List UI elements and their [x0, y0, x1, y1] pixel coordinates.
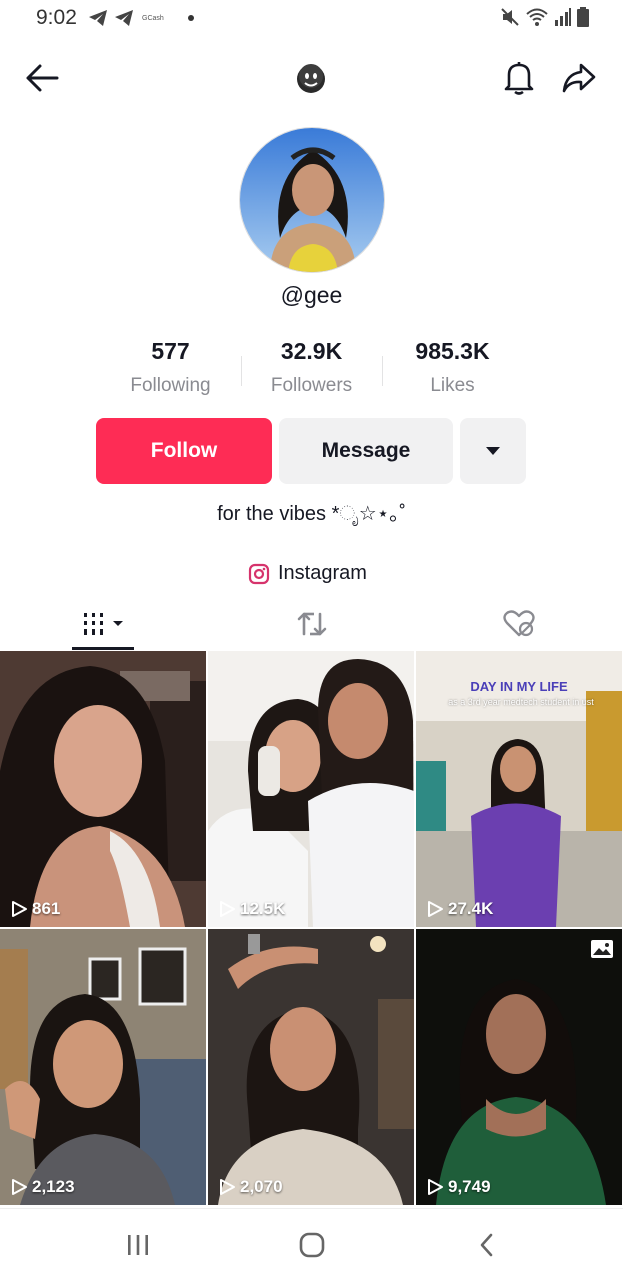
view-count-text: 9,749	[448, 1177, 491, 1196]
profile-username: @gee	[280, 282, 343, 308]
chevron-left-icon	[480, 1233, 493, 1257]
top-nav	[0, 50, 623, 106]
play-icon	[220, 1179, 235, 1195]
play-icon	[428, 1179, 443, 1195]
view-count-text: 2,123	[32, 1177, 75, 1196]
recent-apps-icon	[128, 1235, 148, 1255]
status-left-icons: GCash	[88, 9, 194, 27]
repost-icon	[297, 612, 326, 636]
view-count: 2,123	[10, 1177, 75, 1197]
video-thumbnail-image	[0, 651, 206, 927]
video-thumbnail-image	[208, 929, 414, 1205]
smiley-emoji-icon	[297, 64, 325, 93]
profile-tabs	[0, 598, 623, 650]
play-icon	[12, 901, 27, 917]
profile-stats: 577 Following 32.9K Followers 985.3K Lik…	[100, 338, 523, 404]
stat-likes[interactable]: 985.3K Likes	[382, 338, 523, 397]
stat-following[interactable]: 577 Following	[100, 338, 241, 397]
videos-grid-icon	[83, 613, 123, 635]
photo-mode-icon	[591, 940, 613, 958]
video-grid: 861 12.5K DAY IN MY LIFE as a 3rd year m…	[0, 651, 623, 1207]
video-overlay-title: DAY IN MY LIFE	[470, 679, 568, 694]
stat-value: 985.3K	[415, 338, 490, 364]
status-right-icons	[500, 7, 589, 27]
signal-icon	[555, 8, 571, 26]
tab-active-indicator	[72, 647, 134, 650]
video-thumbnail[interactable]: 12.5K	[208, 651, 414, 927]
view-count: 2,070	[218, 1177, 283, 1197]
view-count-text: 27.4K	[448, 899, 494, 918]
view-count: 12.5K	[218, 899, 285, 919]
notifications-button[interactable]	[497, 56, 541, 100]
view-count-text: 2,070	[240, 1177, 283, 1196]
instagram-label: Instagram	[278, 562, 367, 584]
video-overlay-subtitle: as a 3rd year medtech student in ust	[448, 697, 594, 707]
tab-videos[interactable]	[0, 598, 207, 650]
telegram-icon	[89, 10, 107, 26]
status-bar: 9:02 GCash	[0, 0, 623, 38]
instagram-icon	[248, 563, 270, 584]
share-arrow-icon	[562, 63, 596, 93]
video-thumbnail-image	[0, 929, 206, 1205]
follow-button[interactable]: Follow	[96, 418, 272, 484]
view-count: 27.4K	[426, 899, 493, 919]
stat-value: 32.9K	[280, 338, 343, 364]
video-thumbnail[interactable]: 2,123	[0, 929, 206, 1205]
back-button[interactable]	[20, 56, 64, 100]
back-arrow-icon	[26, 64, 59, 92]
video-thumbnail[interactable]: 861	[0, 651, 206, 927]
status-time: 9:02	[36, 6, 77, 29]
instagram-link[interactable]: Instagram	[248, 562, 367, 585]
recent-apps-button[interactable]	[120, 1229, 156, 1261]
stat-value: 577	[151, 338, 190, 364]
caret-down-icon	[486, 447, 500, 455]
mute-icon	[501, 8, 519, 26]
avatar[interactable]	[239, 127, 385, 273]
message-button[interactable]: Message	[279, 418, 453, 484]
photo-post-thumbnail[interactable]: 9,749	[416, 929, 622, 1205]
notification-dot-icon	[187, 15, 194, 21]
view-count: 861	[10, 899, 60, 919]
play-icon	[428, 901, 443, 917]
home-button[interactable]	[294, 1229, 330, 1261]
tab-reposts[interactable]	[208, 598, 415, 650]
telegram-icon	[115, 10, 133, 26]
play-icon	[220, 901, 235, 917]
gcash-icon: GCash	[142, 14, 164, 22]
view-count-text: 12.5K	[240, 899, 286, 918]
suggested-accounts-button[interactable]	[460, 418, 526, 484]
bell-icon	[504, 62, 534, 95]
battery-icon	[577, 7, 589, 27]
tab-liked[interactable]	[415, 598, 622, 650]
stat-label: Followers	[270, 375, 353, 396]
share-button[interactable]	[557, 56, 601, 100]
home-icon	[299, 1232, 325, 1258]
stat-label: Following	[130, 375, 211, 396]
profile-bio: for the vibes *ೃ☆⋆｡˚	[217, 503, 406, 525]
video-thumbnail-image	[208, 651, 414, 927]
play-icon	[12, 1179, 27, 1195]
view-count: 9,749	[426, 1177, 491, 1197]
avatar-photo	[240, 128, 384, 272]
stat-followers[interactable]: 32.9K Followers	[241, 338, 382, 397]
stat-label: Likes	[430, 375, 475, 396]
video-thumbnail-image	[416, 929, 622, 1205]
system-back-button[interactable]	[469, 1229, 505, 1261]
video-thumbnail[interactable]: 2,070	[208, 929, 414, 1205]
hidden-likes-icon	[502, 610, 535, 637]
video-thumbnail[interactable]: DAY IN MY LIFE as a 3rd year medtech stu…	[416, 651, 622, 927]
wifi-icon	[526, 8, 548, 26]
view-count-text: 861	[32, 899, 61, 918]
system-nav-bar	[0, 1208, 623, 1280]
